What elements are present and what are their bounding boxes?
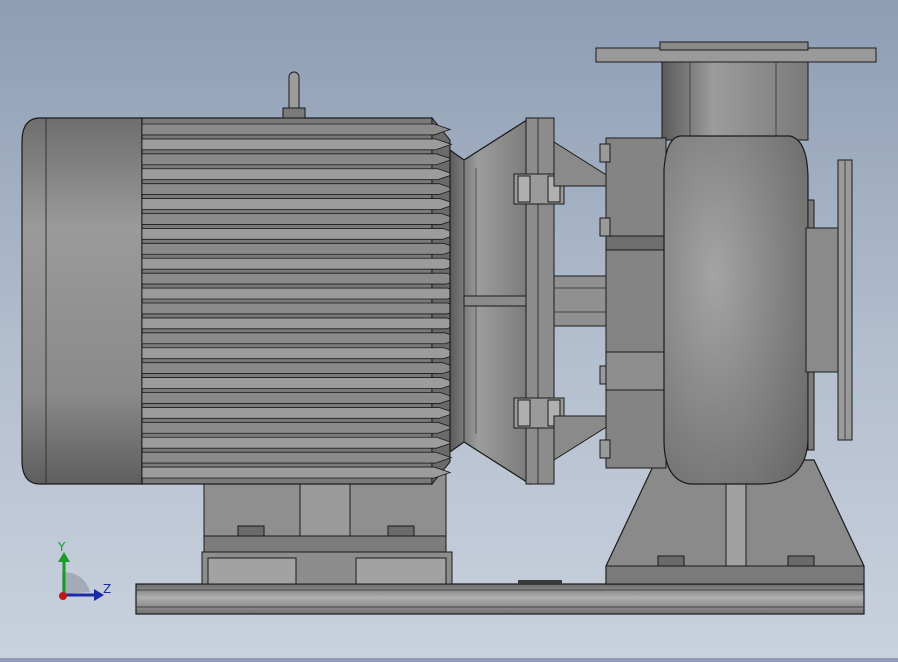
cooling-fin <box>141 272 464 285</box>
cooling-fin <box>141 377 459 389</box>
base-rail[interactable] <box>135 580 865 615</box>
cooling-fin <box>141 407 457 419</box>
coordinate-triad: Y Z <box>57 540 111 601</box>
lifting-eye[interactable] <box>282 71 306 119</box>
graphics-viewport[interactable]: Y Z <box>0 0 898 658</box>
pump-casing[interactable] <box>599 135 815 485</box>
cooling-fin <box>141 123 452 136</box>
origin-point <box>59 592 67 600</box>
cooling-fin <box>141 347 462 360</box>
y-axis-label: Y <box>57 540 66 554</box>
cooling-fin <box>141 153 454 166</box>
cooling-fin <box>141 362 460 374</box>
cooling-fin <box>141 421 456 434</box>
coupling-bracket[interactable] <box>449 116 611 486</box>
cooling-fin <box>141 392 458 404</box>
cooling-fin <box>141 242 462 255</box>
discharge-flange[interactable] <box>595 41 877 141</box>
cooling-fin <box>141 257 463 270</box>
motor-end-cap[interactable] <box>21 117 143 485</box>
cooling-fin <box>141 168 456 181</box>
cooling-fin <box>141 436 454 449</box>
cooling-fin <box>141 302 465 315</box>
cooling-fin <box>141 466 452 479</box>
cooling-fin <box>141 287 465 300</box>
cooling-fin <box>141 451 453 464</box>
cooling-fin <box>141 138 453 151</box>
cooling-fin <box>141 228 460 240</box>
z-axis-label: Z <box>103 582 111 596</box>
model-canvas[interactable]: Y Z <box>0 0 898 658</box>
cooling-fin <box>141 317 464 330</box>
cooling-fin <box>141 213 459 225</box>
cooling-fin <box>141 183 457 195</box>
cooling-fin <box>141 198 458 210</box>
cooling-fin <box>141 332 463 345</box>
electric-motor[interactable] <box>141 116 465 486</box>
